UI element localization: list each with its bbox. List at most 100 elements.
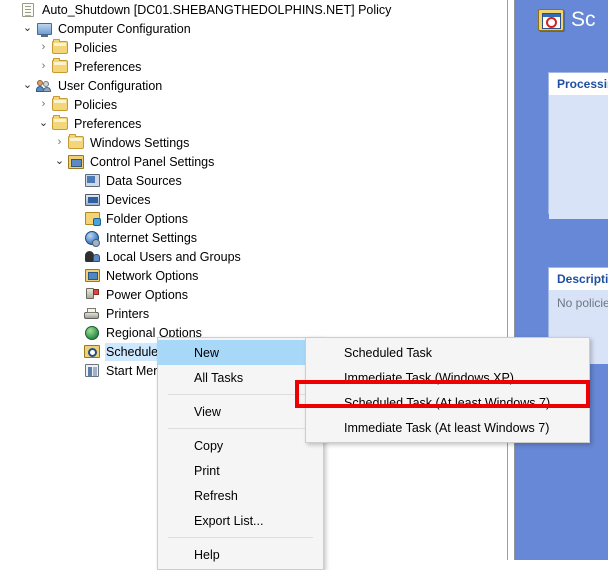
tree-item-label: Local Users and Groups <box>106 249 241 264</box>
menu-item-label: Help <box>194 547 220 562</box>
folder-icon <box>51 58 69 75</box>
tree-item-policies[interactable]: › Policies <box>0 95 507 114</box>
menu-separator <box>168 428 313 429</box>
folder-options-icon <box>83 211 101 227</box>
tree-item-preferences[interactable]: ⌄ Preferences <box>0 114 507 133</box>
tree-item-label: Devices <box>106 192 151 207</box>
description-panel-title: Description <box>549 268 608 290</box>
users-icon <box>35 78 53 94</box>
printers-icon <box>83 306 101 322</box>
tree-item-computer-configuration[interactable]: ⌄ Computer Configuration <box>0 19 507 38</box>
details-title: Sc <box>571 8 596 31</box>
start-menu-icon <box>83 363 101 379</box>
menu-item-label: Refresh <box>194 488 238 503</box>
tree-item-printers[interactable]: Printers <box>0 304 507 323</box>
tree-item-label: Policies <box>74 40 118 55</box>
tree-item-preferences[interactable]: › Preferences <box>0 57 507 76</box>
menu-item-export-list[interactable]: Export List... <box>158 508 323 533</box>
tree-item-label: Computer Configuration <box>58 21 191 36</box>
processing-panel-body <box>549 95 608 219</box>
tree-item-label: Power Options <box>106 287 188 302</box>
control-panel-icon <box>67 154 85 170</box>
tree-item-label: Data Sources <box>106 173 182 188</box>
tree-item-network-options[interactable]: Network Options <box>0 266 507 285</box>
chevron-right-icon[interactable]: › <box>36 59 51 74</box>
chevron-down-icon[interactable]: ⌄ <box>20 78 35 93</box>
chevron-down-icon[interactable]: ⌄ <box>20 21 35 36</box>
menu-separator <box>168 537 313 538</box>
local-users-and-groups-icon <box>83 249 101 265</box>
menu-item-label: View <box>194 404 221 419</box>
network-options-icon <box>83 268 101 284</box>
tree-item-folder-options[interactable]: Folder Options <box>0 209 507 228</box>
folder-icon <box>51 96 69 113</box>
chevron-right-icon[interactable]: › <box>52 135 67 150</box>
tree-item-power-options[interactable]: Power Options <box>0 285 507 304</box>
tree-item-label: Preferences <box>74 59 142 74</box>
new-submenu[interactable]: Scheduled Task Immediate Task (Windows XP… <box>305 337 590 443</box>
chevron-right-icon[interactable]: › <box>36 40 51 55</box>
menu-item-all-tasks[interactable]: All Tasks› <box>158 365 323 390</box>
internet-settings-icon <box>83 230 101 247</box>
submenu-item-scheduled-task-at-least-windows-7[interactable]: Scheduled Task (At least Windows 7) <box>306 390 589 415</box>
menu-item-refresh[interactable]: Refresh <box>158 483 323 508</box>
menu-item-print[interactable]: Print <box>158 458 323 483</box>
tree-item-label: Preferences <box>74 116 142 131</box>
submenu-item-immediate-task-windows-xp[interactable]: Immediate Task (Windows XP) <box>306 365 589 390</box>
submenu-item-label: Scheduled Task (At least Windows 7) <box>344 395 551 410</box>
tree-item-policies[interactable]: › Policies <box>0 38 507 57</box>
tree-item-auto-shutdown-dc01-shebangthedolphins-net-policy[interactable]: Auto_Shutdown [DC01.SHEBANGTHEDOLPHINS.N… <box>0 0 507 19</box>
context-menu[interactable]: New›All Tasks› View› Copy Print Refresh Expor… <box>157 337 324 570</box>
chevron-down-icon[interactable]: ⌄ <box>36 116 51 131</box>
regional-options-icon <box>83 325 101 341</box>
submenu-item-immediate-task-at-least-windows-7[interactable]: Immediate Task (At least Windows 7) <box>306 415 589 440</box>
menu-item-label: Export List... <box>194 513 264 528</box>
folder-icon <box>51 39 69 56</box>
submenu-item-scheduled-task[interactable]: Scheduled Task <box>306 340 589 365</box>
tree-item-label: Policies <box>74 97 118 112</box>
menu-item-help[interactable]: Help <box>158 542 323 567</box>
menu-item-label: All Tasks <box>194 370 244 385</box>
menu-item-new[interactable]: New› <box>158 340 323 365</box>
folder-icon <box>51 115 69 132</box>
tree-item-label: Windows Settings <box>90 135 190 150</box>
tree-item-label: Internet Settings <box>106 230 198 245</box>
menu-separator <box>168 394 313 395</box>
data-sources-icon <box>83 173 101 189</box>
policy-document-icon <box>19 2 37 18</box>
power-options-icon <box>83 287 101 303</box>
processing-panel-title: Processing <box>549 73 608 95</box>
computer-icon <box>35 21 53 37</box>
tree-item-devices[interactable]: Devices <box>0 190 507 209</box>
menu-item-label: New <box>194 345 220 360</box>
tree-item-local-users-and-groups[interactable]: Local Users and Groups <box>0 247 507 266</box>
devices-icon <box>83 192 101 208</box>
menu-item-label: Print <box>194 463 220 478</box>
tree-item-label: Network Options <box>106 268 199 283</box>
processing-panel: Processing <box>549 73 608 219</box>
submenu-item-label: Scheduled Task <box>344 345 433 360</box>
tree-item-user-configuration[interactable]: ⌄ User Configuration <box>0 76 507 95</box>
scheduled-tasks-large-icon <box>538 9 564 31</box>
chevron-right-icon[interactable]: › <box>36 97 51 112</box>
tree-item-data-sources[interactable]: Data Sources <box>0 171 507 190</box>
menu-item-label: Copy <box>194 438 224 453</box>
menu-item-view[interactable]: View› <box>158 399 323 424</box>
chevron-down-icon[interactable]: ⌄ <box>52 154 67 169</box>
folder-icon <box>67 134 85 151</box>
tree-item-label: Printers <box>106 306 150 321</box>
menu-item-copy[interactable]: Copy <box>158 433 323 458</box>
tree-item-control-panel-settings[interactable]: ⌄ Control Panel Settings <box>0 152 507 171</box>
details-pane: Sc Processing Description No policies <box>507 0 608 560</box>
details-header: Sc <box>538 8 596 32</box>
tree-item-internet-settings[interactable]: Internet Settings <box>0 228 507 247</box>
tree-item-label: User Configuration <box>58 78 163 93</box>
scheduled-tasks-icon <box>83 344 101 360</box>
tree-item-label: Control Panel Settings <box>90 154 215 169</box>
tree-item-label: Folder Options <box>106 211 188 226</box>
pane-divider <box>508 0 515 560</box>
submenu-item-label: Immediate Task (Windows XP) <box>344 370 514 385</box>
submenu-item-label: Immediate Task (At least Windows 7) <box>344 420 550 435</box>
tree-item-label: Auto_Shutdown [DC01.SHEBANGTHEDOLPHINS.N… <box>42 2 392 17</box>
tree-item-windows-settings[interactable]: › Windows Settings <box>0 133 507 152</box>
